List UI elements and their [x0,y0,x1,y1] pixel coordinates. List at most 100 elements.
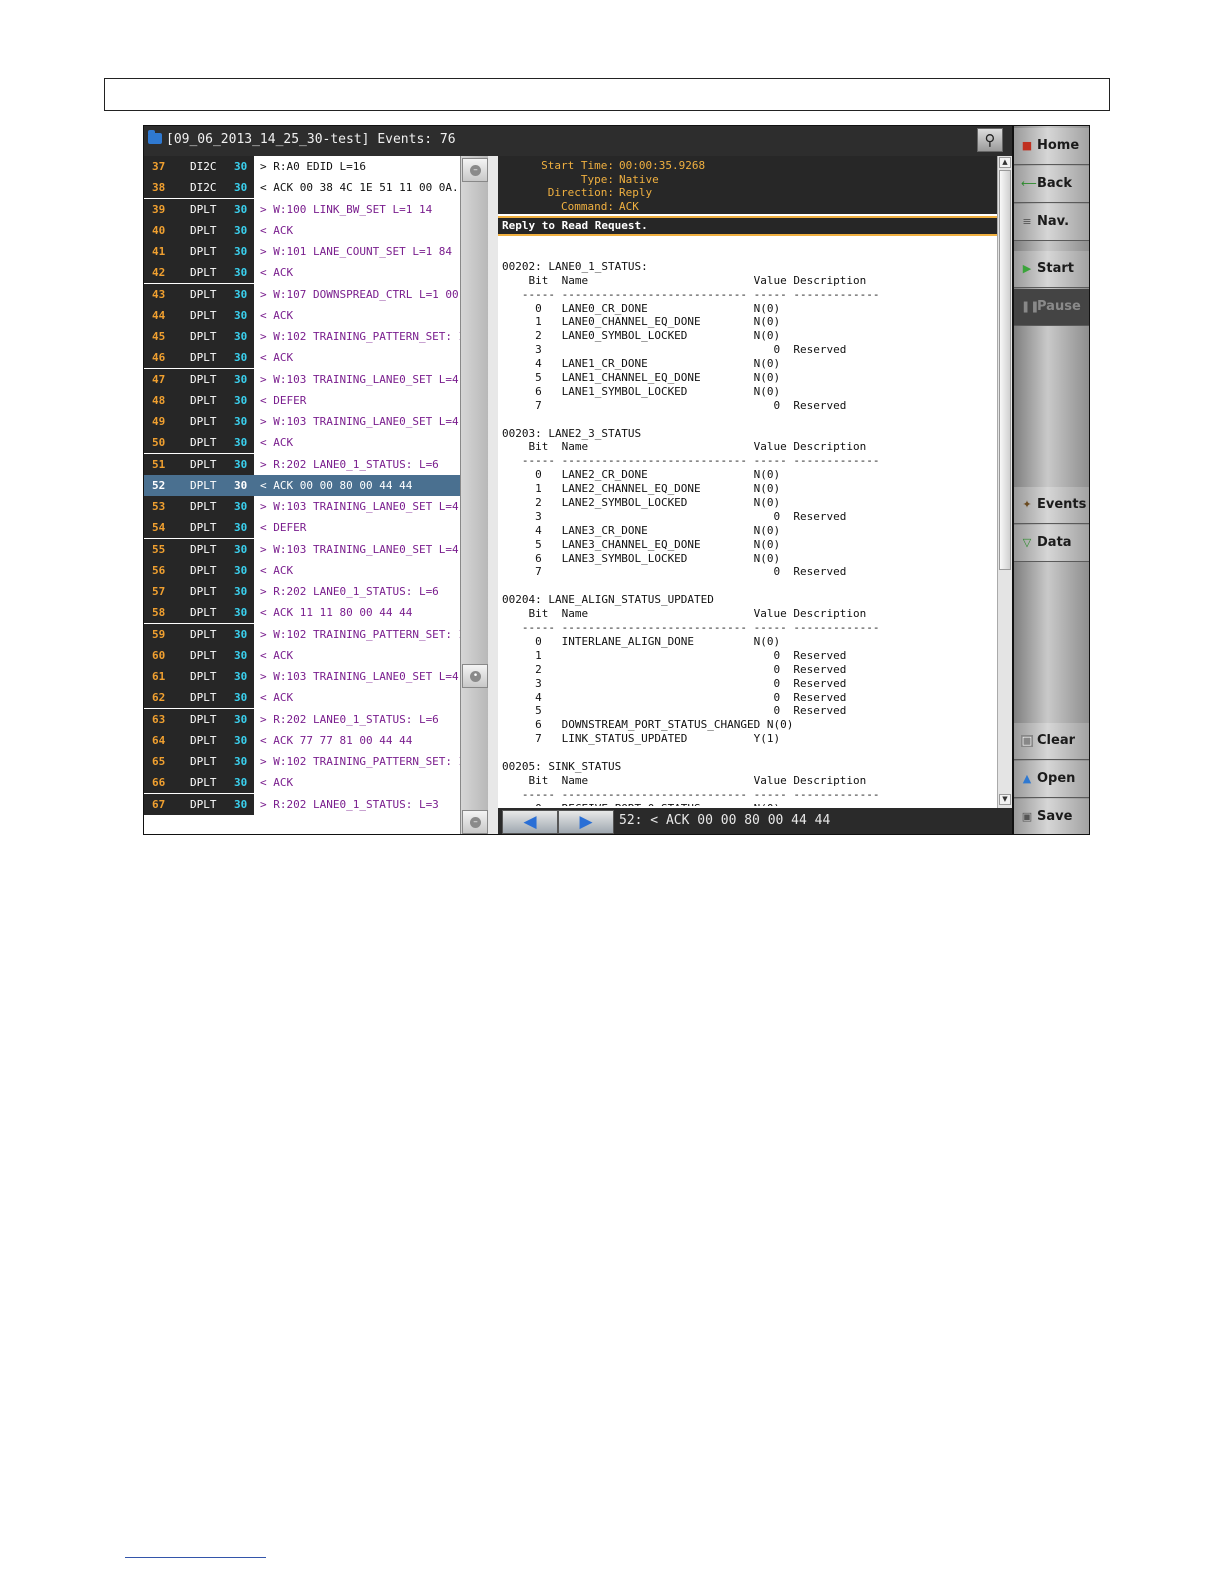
event-row[interactable]: 51 DPLT 30 > R:202 LANE0_1_STATUS: L=6 [144,453,460,475]
event-row[interactable]: 57 DPLT 30 > R:202 LANE0_1_STATUS: L=6 [144,581,460,602]
home-button[interactable]: ■ Home [1014,128,1089,165]
event-row[interactable]: 38 DI2C 30 < ACK 00 38 4C 1E 51 11 00 0A. [144,177,460,199]
event-row[interactable]: 46 DPLT 30 < ACK [144,347,460,369]
event-row[interactable]: 60 DPLT 30 < ACK [144,644,460,666]
title-bar: [09_06_2013_14_25_30-test] Events: 76 ⚲ [144,126,1012,157]
event-list[interactable]: 37 DI2C 30 > R:A0 EDID L=16 38 DI2C 30 < ACK 00… [144,156,460,834]
event-row[interactable]: 62 DPLT 30 < ACK [144,687,460,709]
event-row[interactable]: 45 DPLT 30 > W:102 TRAINING_PATTERN_SET: I [144,326,460,347]
event-row[interactable]: 64 DPLT 30 < ACK 77 77 81 00 44 44 [144,729,460,751]
back-button[interactable]: ⟵ Back [1014,166,1089,203]
event-row[interactable]: 61 DPLT 30 > W:103 TRAINING_LANE0_SET L=4 [144,666,460,687]
event-row[interactable]: 63 DPLT 30 > R:202 LANE0_1_STATUS: L=6 [144,708,460,730]
event-row[interactable]: 44 DPLT 30 < ACK [144,304,460,326]
event-number: 58 [152,606,166,620]
event-row[interactable]: 54 DPLT 30 < DEFER [144,517,460,539]
scroll-up-button[interactable]: – [462,158,488,182]
event-number: 46 [152,351,166,365]
scroll-thumb[interactable]: • [462,664,488,688]
event-device: 30 [234,606,248,620]
event-row[interactable]: 58 DPLT 30 < ACK 11 11 80 00 44 44 [144,602,460,624]
detail-line: 00202: LANE0_1_STATUS: [502,259,648,273]
start-button[interactable]: ▶ Start [1014,251,1089,288]
event-number: 65 [152,755,166,768]
arrow-right-icon: ▶ [579,812,593,832]
event-row[interactable]: 37 DI2C 30 > R:A0 EDID L=16 [144,156,460,177]
event-row[interactable]: 53 DPLT 30 > W:103 TRAINING_LANE0_SET L=4 [144,496,460,517]
detail-scroll-thumb[interactable] [999,170,1011,570]
detail-header-row: Command: ACK [498,200,997,214]
event-type: DPLT [190,436,217,450]
event-row[interactable]: 42 DPLT 30 < ACK [144,262,460,284]
event-row[interactable]: 41 DPLT 30 > W:101 LANE_COUNT_SET L=1 84 [144,241,460,262]
search-button[interactable]: ⚲ [977,128,1003,152]
event-row[interactable]: 65 DPLT 30 > W:102 TRAINING_PATTERN_SET: I [144,751,460,772]
window-title: [09_06_2013_14_25_30-test] Events: 76 [166,132,456,147]
splitter[interactable] [488,156,498,834]
detail-header-value: Reply [619,186,653,199]
event-detail-pane: Start Time: 00:00:35.9268 Type: Native Direc… [498,156,1001,808]
event-row[interactable]: 56 DPLT 30 < ACK [144,559,460,581]
event-row[interactable]: 40 DPLT 30 < ACK [144,219,460,241]
detail-line: Bit Name Value Description [502,607,867,621]
event-row[interactable]: 47 DPLT 30 > W:103 TRAINING_LANE0_SET L=4 [144,368,460,390]
wand-icon: ✦ [1022,498,1032,511]
previous-event-button[interactable]: ◀ [502,810,558,834]
event-type: DPLT [190,500,217,513]
detail-line: 7 LINK_STATUS_UPDATED Y(1) [502,732,781,746]
event-type: DPLT [190,691,217,705]
event-device: 30 [234,245,248,258]
event-message: > R:202 LANE0_1_STATUS: L=6 [260,712,439,726]
clear-label: Clear [1037,733,1075,748]
event-message: < ACK [260,351,294,365]
event-row[interactable]: 43 DPLT 30 > W:107 DOWNSPREAD_CTRL L=1 00 [144,283,460,305]
detail-line [502,746,992,760]
event-row[interactable]: 67 DPLT 30 > R:202 LANE0_1_STATUS: L=3 [144,793,460,815]
detail-scroll-up-icon[interactable]: ▲ [999,157,1011,168]
scroll-down-button[interactable]: – [462,810,488,834]
detail-line: 7 0 Reserved [502,398,847,412]
event-row[interactable]: 39 DPLT 30 > W:100 LINK_BW_SET L=1 14 [144,198,460,220]
event-message: < ACK [260,223,294,237]
detail-line: 2 LANE2_SYMBOL_LOCKED N(0) [502,496,781,510]
pause-button[interactable]: ❚❚ Pause [1014,289,1089,326]
event-type: DPLT [190,266,217,280]
data-button[interactable]: ▽ Data [1014,525,1089,562]
play-icon: ▶ [1022,262,1032,275]
clear-button[interactable]: □ Clear [1014,723,1089,760]
event-row[interactable]: 48 DPLT 30 < DEFER [144,389,460,411]
event-type: DPLT [190,606,217,620]
event-number: 53 [152,500,166,513]
event-row[interactable]: 52 DPLT 30 < ACK 00 00 80 00 44 44 [144,474,460,496]
open-button[interactable]: ▲ Open [1014,761,1089,798]
detail-line: 1 0 Reserved [502,648,847,662]
events-button[interactable]: ✦ Events [1014,487,1089,524]
event-number: 57 [152,585,166,598]
tree-icon: ≡ [1022,215,1032,228]
event-row[interactable]: 66 DPLT 30 < ACK [144,772,460,794]
event-message: > R:A0 EDID L=16 [260,160,366,173]
nav-button[interactable]: ≡ Nav. [1014,204,1089,241]
detail-scroll-down-icon[interactable]: ▼ [999,794,1011,805]
event-list-scrollbar[interactable]: – • – [460,156,488,834]
event-type: DPLT [190,670,217,683]
detail-line: ----- ---------------------------- -----… [502,287,880,301]
event-number: 52 [152,478,166,492]
next-event-button[interactable]: ▶ [558,810,614,834]
save-button[interactable]: ▣ Save [1014,799,1089,834]
event-type: DPLT [190,712,217,726]
event-device: 30 [234,415,248,428]
event-row[interactable]: 59 DPLT 30 > W:102 TRAINING_PATTERN_SET: I [144,623,460,645]
event-number: 48 [152,393,166,407]
detail-scrollbar[interactable]: ▲ ▼ [997,156,1012,808]
event-device: 30 [234,521,248,535]
detail-line: Bit Name Value Description [502,440,867,454]
event-row[interactable]: 50 DPLT 30 < ACK [144,432,460,454]
event-row[interactable]: 49 DPLT 30 > W:103 TRAINING_LANE0_SET L=4 [144,411,460,432]
event-device: 30 [234,202,248,216]
event-row[interactable]: 55 DPLT 30 > W:103 TRAINING_LANE0_SET L=4 [144,538,460,560]
detail-line: 4 LANE3_CR_DONE N(0) [502,523,781,537]
event-message: < ACK [260,563,294,577]
event-device: 30 [234,797,248,811]
event-message: > W:102 TRAINING_PATTERN_SET: I [260,627,460,641]
